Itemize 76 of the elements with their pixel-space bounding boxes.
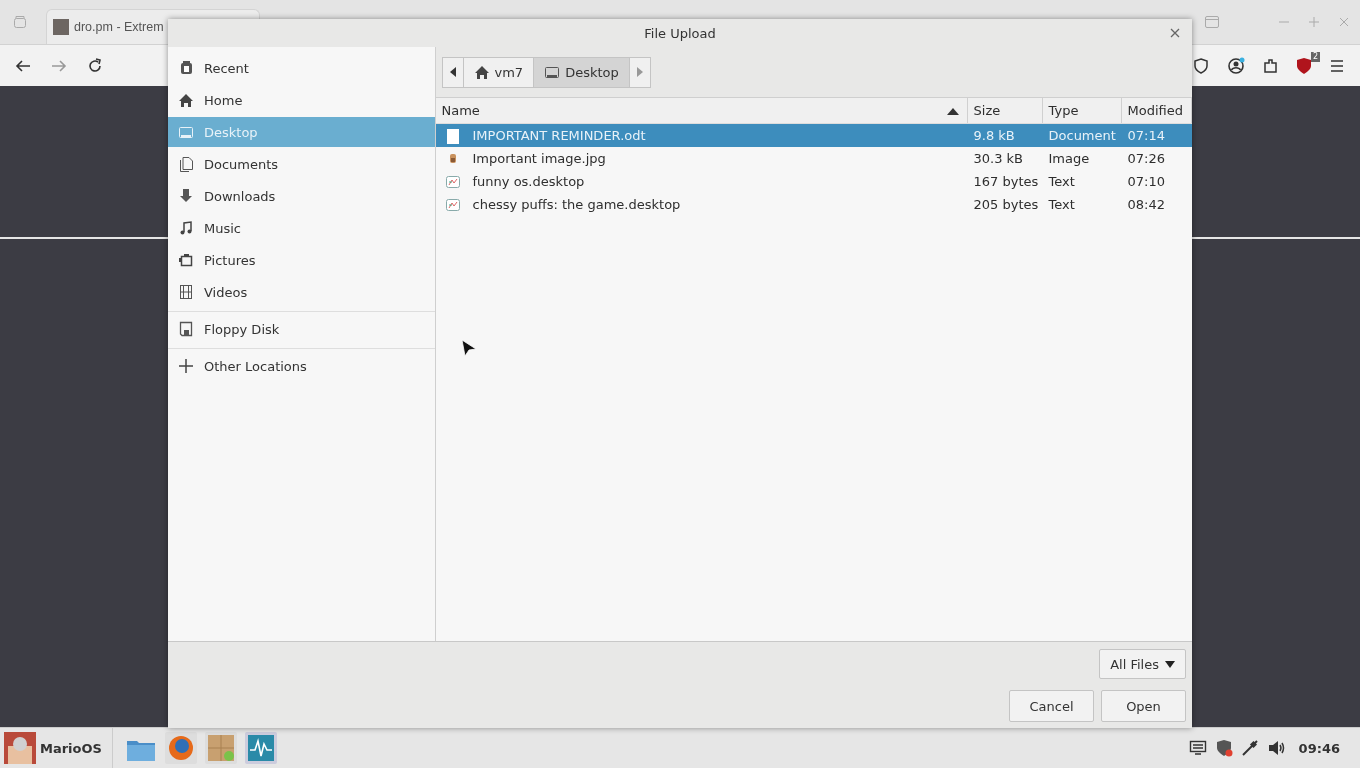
file-name: funny os.desktop [472, 174, 585, 189]
network-cable-icon[interactable] [1240, 739, 1259, 757]
table-cell-text: Text [1047, 196, 1076, 214]
table-cell-text: 07:14 [1126, 127, 1166, 145]
column-header[interactable]: Name [435, 98, 968, 123]
clock: 09:46 [1298, 740, 1340, 756]
sidebar-item[interactable]: Documents [168, 149, 435, 179]
document-icon [444, 127, 461, 144]
film-icon [178, 284, 194, 300]
start-button[interactable]: MarioOS [0, 728, 113, 768]
firefox-icon[interactable] [164, 732, 197, 764]
launcher-icon [444, 196, 461, 213]
table-cell-text: Image [1047, 150, 1091, 168]
sidebar-item[interactable]: Floppy Disk [168, 314, 435, 344]
path-button[interactable]: vm7 [462, 56, 535, 88]
shield-icon[interactable] [1192, 56, 1210, 75]
download-icon [178, 188, 194, 204]
table-cell-text: 9.8 kB [972, 127, 1016, 145]
open-button[interactable]: Open [1101, 690, 1186, 722]
home-icon [473, 64, 490, 80]
puzzle-piece-icon[interactable] [1262, 56, 1280, 75]
caret-left-icon [448, 67, 457, 77]
avatar-icon [4, 732, 36, 764]
sidebar-item[interactable]: Pictures [168, 245, 435, 275]
sidebar-item[interactable]: Downloads [168, 181, 435, 211]
file-name: Important image.jpg [472, 151, 606, 166]
monitor-icon [178, 124, 194, 140]
system-monitor-icon[interactable] [244, 732, 277, 764]
table-cell-text: Document [1047, 127, 1117, 145]
sidebar-item[interactable]: Other Locations [168, 351, 435, 381]
path-button[interactable]: Desktop [533, 56, 630, 88]
plus-icon [178, 358, 194, 374]
sort-up-icon [946, 106, 959, 115]
table-cell-text: Text [1047, 173, 1076, 191]
documents-icon [178, 156, 194, 172]
table-cell-text: 07:10 [1126, 173, 1166, 191]
shield-icon[interactable] [1214, 739, 1233, 757]
music-note-icon [178, 220, 194, 236]
reload-icon[interactable] [86, 56, 104, 75]
column-header[interactable]: Size [967, 98, 1043, 123]
cancel-button[interactable]: Cancel [1009, 690, 1094, 722]
mouse-pointer-icon [460, 339, 477, 357]
sidebar-item[interactable]: Home [168, 85, 435, 115]
account-icon[interactable] [1226, 55, 1246, 76]
close-icon[interactable] [1170, 28, 1180, 38]
badge: 2 [1310, 51, 1320, 62]
caret-right-icon [635, 67, 644, 77]
monitor-icon [544, 64, 561, 80]
shield-icon [1296, 56, 1312, 75]
favicon-icon [53, 18, 69, 35]
table-cell-text: 08:42 [1126, 196, 1166, 214]
speaker-icon[interactable] [1266, 739, 1287, 757]
file-name: chessy puffs: the game.desktop [472, 197, 681, 212]
sidebar-item[interactable]: Videos [168, 277, 435, 307]
extension-button[interactable]: 2 [1296, 51, 1320, 75]
sidebar-item[interactable]: Recent [168, 53, 435, 83]
file-name: IMPORTANT REMINDER.odt [472, 128, 646, 143]
table-cell-text: 205 bytes [972, 196, 1040, 214]
file-row[interactable]: chessy puffs: the game.desktop 205 bytes Text 08:42 [435, 193, 1192, 216]
table-cell-text: 167 bytes [972, 173, 1040, 191]
launcher-icon [444, 173, 461, 190]
window-title: File Upload [644, 25, 716, 41]
column-header[interactable]: Type [1042, 98, 1122, 123]
scroll-left-button[interactable] [441, 56, 464, 88]
table-cell-text: 07:26 [1126, 150, 1166, 168]
caret-down-icon [1165, 660, 1175, 668]
file-row[interactable]: funny os.desktop 167 bytes Text 07:10 [435, 170, 1192, 193]
file-row[interactable]: Important image.jpg 30.3 kB Image 07:26 [435, 147, 1192, 170]
table-cell-text: 30.3 kB [972, 150, 1025, 168]
filter-dropdown[interactable]: All Files [1099, 649, 1186, 679]
scroll-right-button[interactable] [628, 56, 651, 88]
keyboard-icon[interactable] [1188, 739, 1207, 757]
camera-icon [178, 252, 194, 268]
sidebar-item[interactable]: Music [168, 213, 435, 243]
home-icon [178, 92, 194, 108]
column-header[interactable]: Modified [1121, 98, 1192, 123]
